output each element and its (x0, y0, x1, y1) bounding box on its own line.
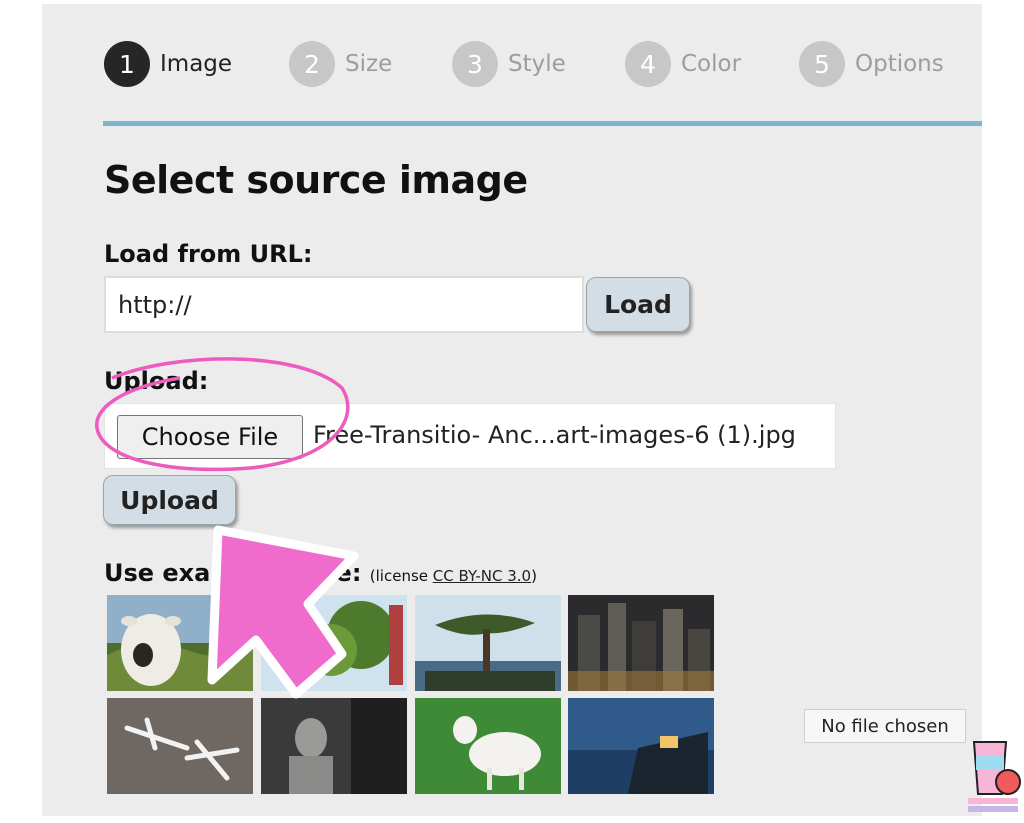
watermark-logo (968, 741, 1021, 812)
highlight-circle (95, 357, 350, 472)
annotation-overlay (95, 357, 359, 699)
pointer-arrow-icon (207, 525, 359, 699)
